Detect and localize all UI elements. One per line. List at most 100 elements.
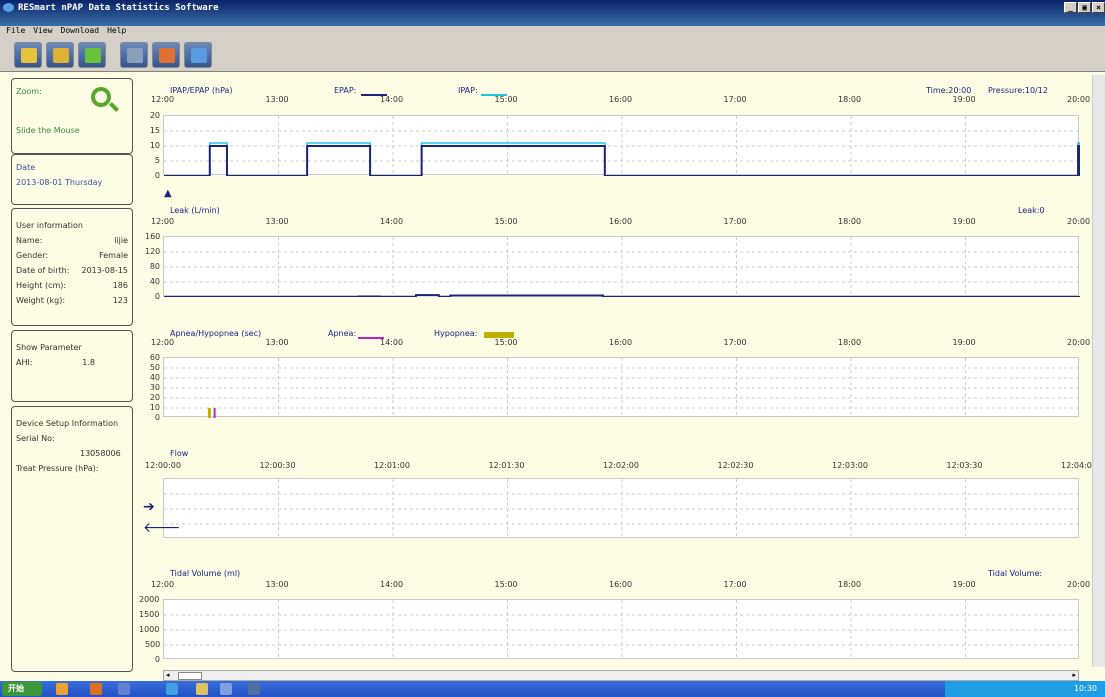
x-tick-label: 12:00 bbox=[151, 580, 175, 589]
toolbar-button-3[interactable] bbox=[120, 42, 148, 68]
x-tick-label: 12:00 bbox=[151, 217, 175, 226]
toolbar-button-4[interactable] bbox=[152, 42, 180, 68]
x-tick-label: 16:00 bbox=[609, 338, 633, 347]
x-tick-label: 18:00 bbox=[838, 580, 862, 589]
flow-plot[interactable] bbox=[163, 478, 1080, 539]
vertical-scrollbar[interactable] bbox=[1092, 75, 1105, 667]
x-tick-label: 20:00 bbox=[1067, 338, 1091, 347]
x-tick-label: 12:03:30 bbox=[946, 461, 983, 470]
leak-readout: Leak:0 bbox=[1018, 206, 1045, 215]
date-title: Date bbox=[16, 163, 36, 172]
x-tick-label: 13:00 bbox=[265, 217, 289, 226]
leak-chart-title: Leak (L/min) bbox=[170, 206, 220, 215]
taskbar-media-icon[interactable] bbox=[90, 683, 102, 695]
tidal-plot[interactable] bbox=[163, 599, 1080, 660]
leak-plot[interactable] bbox=[163, 236, 1080, 298]
y-tick-label: 40 bbox=[149, 373, 160, 382]
ahi-value: 1.8 bbox=[82, 358, 95, 367]
x-tick-label: 18:00 bbox=[838, 338, 862, 347]
apnea-bar bbox=[213, 408, 216, 418]
toolbar-button-5[interactable] bbox=[184, 42, 212, 68]
x-tick-label: 16:00 bbox=[609, 95, 633, 104]
flow-chart-title: Flow bbox=[170, 449, 189, 458]
maximize-button[interactable]: ▣ bbox=[1078, 2, 1091, 13]
x-tick-label: 20:00 bbox=[1067, 95, 1091, 104]
epap-legend-label: EPAP: bbox=[334, 86, 357, 95]
leak-series-line bbox=[164, 294, 1080, 298]
toolbar-button-0[interactable] bbox=[14, 42, 42, 68]
y-tick-label: 1000 bbox=[139, 625, 160, 634]
y-tick-label: 500 bbox=[145, 640, 161, 649]
apnea-plot[interactable] bbox=[163, 357, 1080, 418]
arrow-left-icon[interactable]: 🡐 bbox=[143, 519, 181, 536]
y-tick-label: 50 bbox=[149, 363, 160, 372]
y-tick-label: 0 bbox=[154, 171, 160, 180]
taskbar-browser-icon[interactable] bbox=[166, 683, 178, 695]
x-tick-label: 12:02:00 bbox=[603, 461, 639, 470]
ipap-legend-label: IPAP: bbox=[458, 86, 478, 95]
open-folder-icon bbox=[21, 48, 37, 63]
user-field-label: Name: bbox=[16, 236, 43, 245]
start-button[interactable]: 开始 bbox=[2, 682, 42, 696]
scroll-left-icon[interactable]: ◂ bbox=[166, 671, 170, 679]
toolbar-button-2[interactable] bbox=[78, 42, 106, 68]
refresh-icon bbox=[159, 48, 175, 63]
clock[interactable]: 10:30 bbox=[1074, 684, 1097, 693]
hypopnea-bar bbox=[207, 408, 211, 418]
taskbar-document-icon[interactable] bbox=[220, 683, 232, 695]
taskbar-window-icon[interactable] bbox=[118, 683, 130, 695]
date-value[interactable]: 2013-08-01 Thursday bbox=[16, 175, 128, 190]
y-tick-label: 120 bbox=[145, 247, 161, 256]
user-field-value: 123 bbox=[112, 296, 128, 305]
y-tick-label: 0 bbox=[154, 413, 160, 422]
taskbar-app-icon[interactable] bbox=[56, 683, 68, 695]
user-field-label: Height (cm): bbox=[16, 281, 67, 290]
taskbar: 开始 10:30 bbox=[0, 681, 1105, 697]
taskbar-folder-icon[interactable] bbox=[196, 683, 208, 695]
menu-file[interactable]: File bbox=[6, 26, 25, 38]
x-tick-label: 13:00 bbox=[265, 580, 289, 589]
x-tick-label: 17:00 bbox=[723, 338, 747, 347]
x-tick-label: 12:01:00 bbox=[374, 461, 410, 470]
menu-bar: File View Download Help bbox=[0, 26, 1105, 38]
import-icon bbox=[53, 48, 69, 63]
x-tick-label: 14:00 bbox=[380, 95, 404, 104]
x-tick-label: 16:00 bbox=[609, 580, 633, 589]
system-tray: 10:30 bbox=[945, 681, 1105, 697]
user-field-value: Female bbox=[99, 251, 128, 260]
user-info-title: User information bbox=[16, 221, 83, 230]
time-readout: Time:20:00 bbox=[926, 86, 972, 95]
horizontal-scrollbar[interactable]: ◂ ▸ bbox=[163, 670, 1079, 681]
y-tick-label: 1500 bbox=[139, 610, 160, 619]
x-tick-label: 14:00 bbox=[380, 217, 404, 226]
settings-gears-icon bbox=[127, 48, 143, 63]
treat-pressure-label: Treat Pressure (hPa): bbox=[16, 464, 99, 473]
x-tick-label: 15:00 bbox=[494, 217, 518, 226]
menu-download[interactable]: Download bbox=[61, 26, 100, 38]
x-tick-label: 20:00 bbox=[1067, 580, 1091, 589]
zoom-title: Zoom: bbox=[16, 87, 42, 96]
y-tick-label: 5 bbox=[154, 156, 160, 165]
scroll-thumb[interactable] bbox=[178, 672, 202, 680]
toolbar bbox=[0, 38, 1105, 72]
y-tick-label: 15 bbox=[149, 126, 160, 135]
x-tick-label: 14:00 bbox=[380, 338, 404, 347]
marker-triangle-icon[interactable]: ▲ bbox=[164, 188, 172, 199]
minimize-button[interactable]: _ bbox=[1064, 2, 1077, 13]
close-button[interactable]: × bbox=[1092, 2, 1105, 13]
x-tick-label: 17:00 bbox=[723, 580, 747, 589]
scroll-right-icon[interactable]: ▸ bbox=[1072, 671, 1076, 679]
device-setup-panel: Device Setup Information Serial No: 1305… bbox=[11, 406, 133, 672]
x-tick-label: 12:02:30 bbox=[717, 461, 754, 470]
hypopnea-legend-label: Hypopnea: bbox=[434, 329, 478, 338]
taskbar-program-icon[interactable] bbox=[248, 683, 260, 695]
magnifier-icon[interactable] bbox=[91, 87, 111, 107]
menu-help[interactable]: Help bbox=[107, 26, 126, 38]
user-field-value: 186 bbox=[112, 281, 128, 290]
y-tick-label: 80 bbox=[149, 262, 160, 271]
menu-view[interactable]: View bbox=[33, 26, 52, 38]
y-tick-label: 0 bbox=[154, 655, 160, 664]
pressure-plot[interactable] bbox=[163, 115, 1081, 177]
toolbar-button-1[interactable] bbox=[46, 42, 74, 68]
arrow-right-icon[interactable]: ➔ bbox=[143, 499, 155, 515]
